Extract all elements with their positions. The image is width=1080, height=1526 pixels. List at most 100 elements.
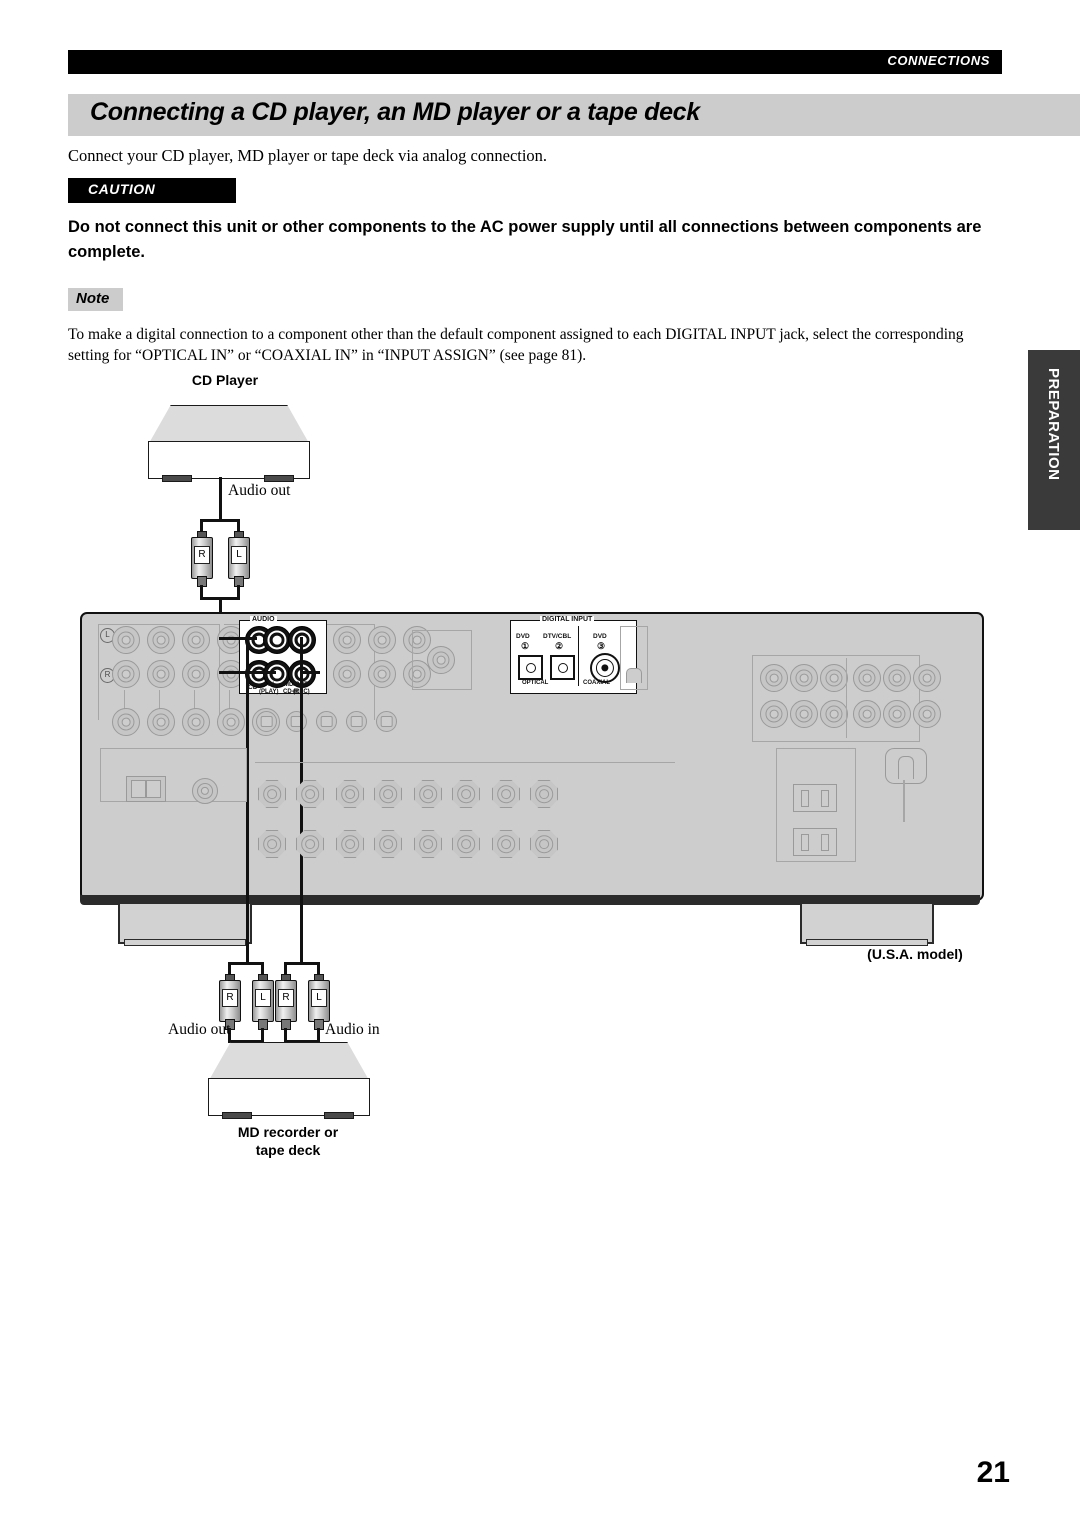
rear-jack: [112, 708, 140, 736]
speaker-terminal: [452, 830, 480, 858]
plug-channel-label: R: [194, 546, 210, 564]
rear-jack: [790, 664, 818, 692]
rear-jack: [182, 626, 210, 654]
s-video-jack: [256, 711, 277, 732]
coaxial-jack: [590, 653, 620, 683]
speaker-terminal: [492, 830, 520, 858]
cd-cable-trunk-upper: [219, 477, 222, 521]
md-in-jack-left: [263, 626, 291, 654]
speaker-terminal: [374, 780, 402, 808]
digital-panel-divider: [578, 626, 580, 686]
cd-hook-left: [219, 637, 257, 640]
speaker-terminal: [492, 780, 520, 808]
cd-player-label: CD Player: [191, 372, 259, 388]
speaker-terminal: [414, 830, 442, 858]
rear-jack: [853, 664, 881, 692]
antenna-terminal-right: [146, 780, 161, 798]
digital-jack3-number: ③: [597, 641, 606, 651]
speaker-terminal: [296, 780, 324, 808]
rear-jack: [112, 660, 140, 688]
power-cord-clip-icon: [885, 748, 927, 784]
rear-jack: [368, 660, 396, 688]
outlet-slot-right: [821, 834, 829, 851]
usa-model-label: (U.S.A. model): [867, 946, 963, 962]
speaker-terminal: [530, 830, 558, 858]
outlet-slot-left: [801, 790, 809, 807]
jack-stem: [124, 690, 126, 710]
speaker-terminal: [530, 780, 558, 808]
md-in-hook: [300, 671, 320, 674]
optical-jack-2: [550, 655, 575, 680]
md-in-split: [284, 962, 320, 965]
antenna-terminals: [126, 776, 166, 802]
audio-group-label: AUDIO: [250, 616, 277, 623]
outlet-slot-left: [801, 834, 809, 851]
plug-channel-label: L: [311, 989, 327, 1007]
rear-jack: [760, 700, 788, 728]
rear-jack-center: [427, 646, 455, 674]
rear-jack: [333, 626, 361, 654]
md-in-plug-right: R: [275, 974, 297, 1030]
digital-jack1-number: ①: [521, 641, 530, 651]
speaker-terminal: [452, 780, 480, 808]
rear-jack: [112, 626, 140, 654]
power-cord-line: [903, 780, 905, 822]
plug-channel-label: R: [222, 989, 238, 1007]
s-video-jack: [376, 711, 397, 732]
rear-jack: [883, 700, 911, 728]
cd-jack-label: CD: [248, 684, 258, 691]
rear-jack: [913, 664, 941, 692]
outlet-slot-right: [821, 790, 829, 807]
md-recorder-label-line1: MD recorder or: [237, 1124, 339, 1140]
ac-outlet-upper: [793, 784, 837, 812]
speaker-terminal: [258, 780, 286, 808]
digital-input-title: DIGITAL INPUT: [540, 616, 595, 623]
rear-jack: [182, 660, 210, 688]
speaker-terminal: [336, 780, 364, 808]
antenna-terminal-left: [131, 780, 146, 798]
antenna-group-outline: [100, 748, 247, 802]
s-video-jack: [346, 711, 367, 732]
rear-jack: [147, 708, 175, 736]
cd-cable-split-top: [200, 519, 240, 522]
rear-jack: [182, 708, 210, 736]
antenna-coax-jack: [192, 778, 218, 804]
rear-jack: [883, 664, 911, 692]
s-video-jack: [316, 711, 337, 732]
rear-jack: [853, 700, 881, 728]
receiver-foot-left: [118, 902, 252, 944]
rear-jack: [820, 664, 848, 692]
speaker-terminal: [374, 830, 402, 858]
md-in-play-label: (PLAY): [259, 689, 279, 695]
panel-divider-horizontal: [255, 762, 675, 764]
digital-jack3-label: DVD: [593, 633, 607, 640]
speaker-terminal: [296, 830, 324, 858]
rear-jack: [147, 660, 175, 688]
receiver-foot-left-lip: [124, 939, 246, 946]
md-recorder-label-line2: tape deck: [255, 1142, 321, 1158]
rear-jack: [790, 700, 818, 728]
speaker-terminal: [336, 830, 364, 858]
cd-plug-left: L: [228, 531, 250, 587]
page-number: 21: [976, 1456, 1010, 1489]
jack-stem: [229, 690, 231, 710]
plug-channel-label: L: [231, 546, 247, 564]
rear-jack: [147, 626, 175, 654]
optical-label: OPTICAL: [522, 680, 549, 686]
connection-diagram: CD Player Audio out R L (U.S.A. model) L…: [0, 0, 1080, 1526]
jack-stem: [194, 690, 196, 710]
right-bank-divider: [846, 658, 848, 738]
speaker-terminal: [414, 780, 442, 808]
md-audio-in-label: Audio in: [325, 1021, 380, 1038]
rear-jack: [820, 700, 848, 728]
digital-jack1-label: DVD: [516, 633, 530, 640]
md-out-plug-left: L: [252, 974, 274, 1030]
plug-channel-label: L: [255, 989, 271, 1007]
cd-plug-right: R: [191, 531, 213, 587]
receiver-foot-right: [800, 902, 934, 944]
md-in-label: IN: [268, 682, 274, 688]
speaker-terminal: [258, 830, 286, 858]
coaxial-label: COAXIAL: [583, 680, 610, 686]
cd-audio-out-label: Audio out: [228, 482, 291, 499]
receiver-foot-right-lip: [806, 939, 928, 946]
